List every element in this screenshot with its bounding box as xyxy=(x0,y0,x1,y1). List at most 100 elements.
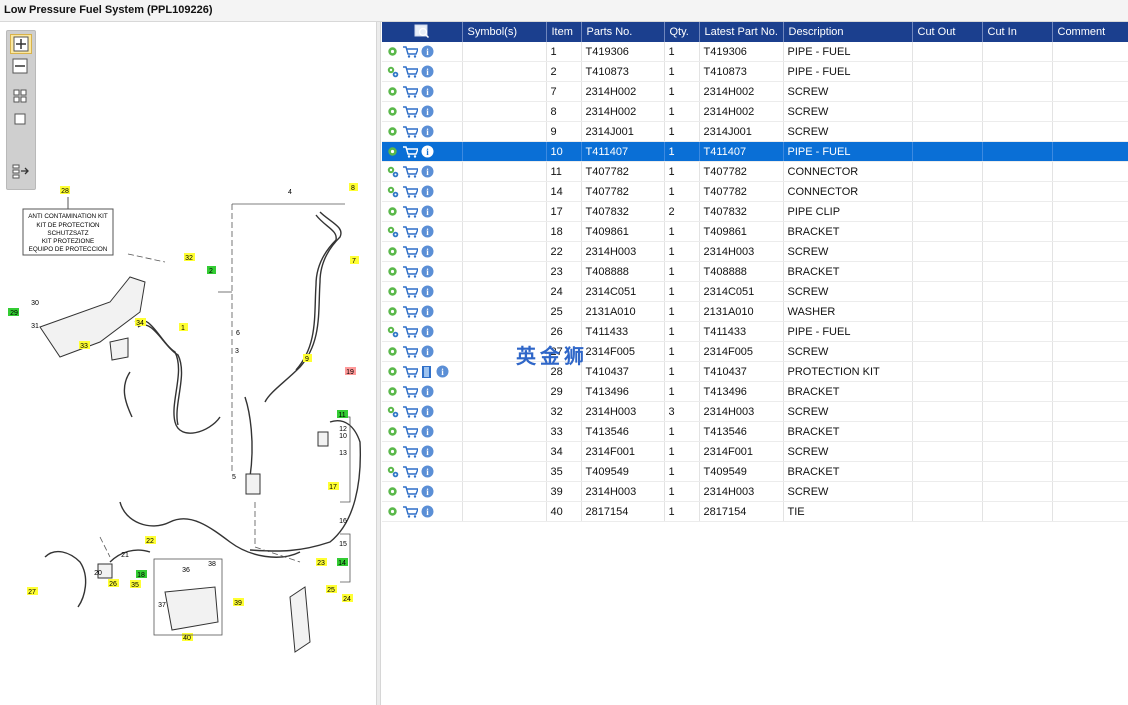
gear-icon[interactable] xyxy=(386,205,399,218)
table-row[interactable]: i 11 T407782 1 T407782 CONNECTOR xyxy=(382,161,1128,182)
cart-icon[interactable] xyxy=(402,425,418,438)
info-icon[interactable]: i xyxy=(421,105,434,118)
alternate-parts-icon[interactable] xyxy=(386,405,399,418)
callout[interactable]: 3 xyxy=(235,348,239,355)
table-row[interactable]: i 1 T419306 1 T419306 PIPE - FUEL xyxy=(382,42,1128,62)
cart-icon[interactable] xyxy=(402,305,418,318)
callout[interactable]: 1 xyxy=(179,323,188,332)
info-icon[interactable]: i xyxy=(421,485,434,498)
callout[interactable]: 35 xyxy=(130,580,141,589)
gear-icon[interactable] xyxy=(386,105,399,118)
column-header-cut-in[interactable]: Cut In xyxy=(982,22,1053,42)
callout[interactable]: 15 xyxy=(339,541,347,548)
callout[interactable]: 32 xyxy=(184,253,195,262)
column-header-symbols[interactable]: Symbol(s) xyxy=(462,22,547,42)
gear-icon[interactable] xyxy=(386,485,399,498)
cart-icon[interactable] xyxy=(402,205,418,218)
callout[interactable]: 18 xyxy=(136,570,147,579)
gear-icon[interactable] xyxy=(386,245,399,258)
callout[interactable]: 29 xyxy=(8,308,19,317)
table-row[interactable]: i 28 T410437 1 T410437 PROTECTION KIT xyxy=(382,361,1128,382)
table-row[interactable]: i 7 2314H002 1 2314H002 SCREW xyxy=(382,81,1128,102)
callout[interactable]: 6 xyxy=(236,330,240,337)
cart-icon[interactable] xyxy=(402,285,418,298)
gear-icon[interactable] xyxy=(386,385,399,398)
column-header-qty[interactable]: Qty. xyxy=(664,22,700,42)
info-icon[interactable]: i xyxy=(421,285,434,298)
info-icon[interactable]: i xyxy=(421,65,434,78)
callout[interactable]: 17 xyxy=(328,482,339,491)
info-icon[interactable]: i xyxy=(421,245,434,258)
cart-icon[interactable] xyxy=(402,325,418,338)
callout[interactable]: 33 xyxy=(79,341,90,350)
cart-icon[interactable] xyxy=(402,465,418,478)
info-icon[interactable]: i xyxy=(421,465,434,478)
callout[interactable]: 37 xyxy=(158,602,166,609)
callout[interactable]: 28 xyxy=(60,186,70,195)
info-icon[interactable]: i xyxy=(421,445,434,458)
column-header-latest-part-no[interactable]: Latest Part No. xyxy=(699,22,784,42)
gear-icon[interactable] xyxy=(386,505,399,518)
callout[interactable]: 10 xyxy=(339,433,347,440)
table-row[interactable]: i 40 2817154 1 2817154 TIE xyxy=(382,501,1128,522)
callout[interactable]: 24 xyxy=(342,594,353,603)
callout[interactable]: 39 xyxy=(233,598,244,607)
info-icon[interactable]: i xyxy=(421,345,434,358)
table-row[interactable]: i 23 T408888 1 T408888 BRACKET xyxy=(382,261,1128,282)
gear-icon[interactable] xyxy=(386,365,399,378)
gear-icon[interactable] xyxy=(386,45,399,58)
info-icon[interactable]: i xyxy=(421,125,434,138)
gear-icon[interactable] xyxy=(386,125,399,138)
table-row[interactable]: i 2 T410873 1 T410873 PIPE - FUEL xyxy=(382,61,1128,82)
info-icon[interactable]: i xyxy=(421,225,434,238)
cart-icon[interactable] xyxy=(402,485,418,498)
gear-icon[interactable] xyxy=(386,85,399,98)
gear-icon[interactable] xyxy=(386,425,399,438)
table-row[interactable]: i 34 2314F001 1 2314F001 SCREW xyxy=(382,441,1128,462)
alternate-parts-icon[interactable] xyxy=(386,185,399,198)
cart-icon[interactable] xyxy=(402,345,418,358)
gear-icon[interactable] xyxy=(386,305,399,318)
cart-icon[interactable] xyxy=(402,265,418,278)
callout[interactable]: 9 xyxy=(303,354,312,363)
gear-icon[interactable] xyxy=(386,285,399,298)
table-row[interactable]: i 29 T413496 1 T413496 BRACKET xyxy=(382,381,1128,402)
info-icon[interactable]: i xyxy=(421,385,434,398)
table-row[interactable]: i 32 2314H003 3 2314H003 SCREW xyxy=(382,401,1128,422)
callout[interactable]: 36 xyxy=(182,567,190,574)
cart-icon[interactable] xyxy=(402,65,418,78)
table-row[interactable]: i 8 2314H002 1 2314H002 SCREW xyxy=(382,101,1128,122)
info-icon[interactable]: i xyxy=(421,405,434,418)
callout[interactable]: 5 xyxy=(232,474,236,481)
callout[interactable]: 7 xyxy=(350,256,359,265)
gear-icon[interactable] xyxy=(386,265,399,278)
cart-icon[interactable] xyxy=(402,145,418,158)
callout[interactable]: 20 xyxy=(94,570,102,577)
callout[interactable]: 21 xyxy=(121,552,129,559)
table-row[interactable]: i 26 T411433 1 T411433 PIPE - FUEL xyxy=(382,321,1128,342)
callout[interactable]: 22 xyxy=(145,536,156,545)
cart-icon[interactable] xyxy=(402,365,418,378)
column-header-comment[interactable]: Comment xyxy=(1052,22,1128,42)
callout[interactable]: 19 xyxy=(345,367,356,376)
callout[interactable]: 2 xyxy=(207,266,216,275)
callout[interactable]: 38 xyxy=(208,561,216,568)
book-icon[interactable] xyxy=(421,365,433,379)
callout[interactable]: 11 xyxy=(337,410,348,419)
info-icon[interactable]: i xyxy=(421,185,434,198)
callout[interactable]: 40 xyxy=(182,633,193,642)
callout[interactable]: 23 xyxy=(316,558,327,567)
table-row[interactable]: i 24 2314C051 1 2314C051 SCREW xyxy=(382,281,1128,302)
table-row[interactable]: i 17 T407832 2 T407832 PIPE CLIP xyxy=(382,201,1128,222)
gear-icon[interactable] xyxy=(386,145,399,158)
cart-icon[interactable] xyxy=(402,405,418,418)
info-icon[interactable]: i xyxy=(421,205,434,218)
table-row[interactable]: i 27 2314F005 1 2314F005 SCREW xyxy=(382,341,1128,362)
exploded-diagram-pane[interactable]: ANTI CONTAMINATION KIT KIT DE PROTECTION… xyxy=(0,22,376,705)
info-icon[interactable]: i xyxy=(421,265,434,278)
cart-icon[interactable] xyxy=(402,445,418,458)
cart-icon[interactable] xyxy=(402,85,418,98)
callout[interactable]: 12 xyxy=(339,426,347,433)
callout[interactable]: 30 xyxy=(31,300,39,307)
gear-icon[interactable] xyxy=(386,345,399,358)
